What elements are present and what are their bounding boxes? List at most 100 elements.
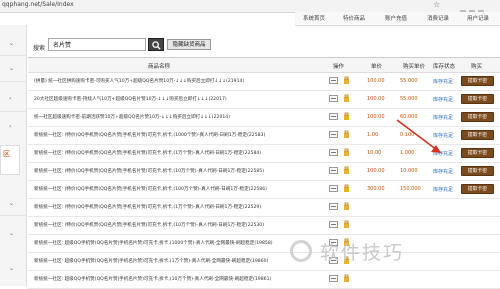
sidebar-popup-text: 区 xyxy=(3,150,10,158)
extract-card-button[interactable]: 提取卡密 xyxy=(461,112,494,122)
product-name: 新统统一社区: (特价)QQ手机赞(QQ名片赞|手机名片赞)可充卡,拆卡,(10… xyxy=(34,169,265,174)
browser-menu[interactable] xyxy=(460,1,500,16)
product-name: (拼量) 统一社区拼购速购卡密-可购买人气10万+超级QQ名片赞10万-↓↓↓购… xyxy=(34,79,245,84)
watermark-text: 软件技巧 xyxy=(320,242,405,264)
table-row: (拼量) 统一社区拼购速购卡密-可购买人气10万+超级QQ名片赞10万-↓↓↓购… xyxy=(28,72,500,91)
extract-card-button[interactable]: 提取卡密 xyxy=(461,148,494,158)
table-header: 商品名称 操作 单价 购买单价 库存状态 购买 xyxy=(28,58,500,73)
product-name: 新统统一社区: (特价)QQ手机赞(QQ名片赞|手机名片赞)可充卡,拆卡,(10… xyxy=(34,187,267,192)
unit-price: 10.00 xyxy=(367,150,382,156)
unit-price: 1.00 xyxy=(367,132,379,138)
edit-icon[interactable] xyxy=(329,77,338,84)
table-row: 新统统一社区: 超级QQ手机赞(QQ名片赞|手机名片赞)可充卡,拆卡,(1万个赞… xyxy=(28,252,500,271)
cart-icon[interactable] xyxy=(343,202,351,211)
extract-card-button[interactable]: 提取卡密 xyxy=(461,130,494,140)
divider xyxy=(0,111,26,112)
chevron-right-icon[interactable]: › xyxy=(9,123,11,130)
table-row: 20大社区超级速购卡密-持续人气10万+超级QQ名片赞10万-↓↓↓购买后立即打… xyxy=(28,90,500,109)
col-stock: 库存状态 xyxy=(433,64,456,70)
buy-price: 10.000 xyxy=(400,168,418,174)
edit-icon[interactable] xyxy=(329,95,338,102)
product-name: 统一社区超级速购卡密-前期活跃赞10万+超级QQ名片赞10万-↓↓↓购买后立即打… xyxy=(34,115,231,120)
product-name: 新统统一社区: (特价)QQ手机赞(QQ名片赞|手机名片赞)可充卡,拆卡,(1万… xyxy=(34,151,262,156)
buy-price: 55.000 xyxy=(400,96,418,102)
annotation-arrow-icon xyxy=(396,119,441,153)
stock-status: 库存充足 xyxy=(433,97,454,103)
cart-icon[interactable] xyxy=(343,112,351,121)
cart-icon[interactable] xyxy=(343,148,351,157)
cart-icon[interactable] xyxy=(343,220,351,229)
product-name: 20大社区超级速购卡密-持续人气10万+超级QQ名片赞10万-↓↓↓购买后立即打… xyxy=(34,97,227,102)
buy-price: 55.000 xyxy=(400,78,418,84)
nav-home[interactable]: 系统首页 xyxy=(303,14,325,22)
col-buy: 购买 xyxy=(471,64,483,70)
edit-icon[interactable] xyxy=(329,131,338,138)
edit-icon[interactable] xyxy=(329,185,338,192)
cart-icon[interactable] xyxy=(343,130,351,139)
extract-card-button[interactable]: 提取卡密 xyxy=(461,184,494,194)
extract-card-button[interactable]: 提取卡密 xyxy=(461,166,494,176)
search-label: 搜索 xyxy=(33,45,46,52)
product-name: 新统统一社区: 超级QQ手机赞(QQ名片赞|手机名片赞)可充卡,拆卡,(1万个赞… xyxy=(34,259,269,264)
search-button[interactable] xyxy=(148,38,164,51)
product-name: 新统统一社区: (特价)QQ手机赞(QQ名片赞|手机名片赞)可充卡,拆卡,(10… xyxy=(34,133,266,138)
stock-status: 库存充足 xyxy=(433,169,454,175)
watermark-logo-icon xyxy=(290,240,312,262)
edit-icon[interactable] xyxy=(329,113,338,120)
nav-recharge[interactable]: 账户充值 xyxy=(385,14,407,22)
search-icon xyxy=(152,41,161,50)
cart-icon[interactable] xyxy=(343,76,351,85)
unit-price: 100.00 xyxy=(367,96,385,102)
col-product-name: 商品名称 xyxy=(148,64,171,70)
product-name: 新统统一社区: 超级QQ手机赞(QQ名片赞|手机名片赞)可充卡,拆卡,(1000… xyxy=(34,241,273,246)
nav-consumption[interactable]: 消费记录 xyxy=(427,14,449,22)
edit-icon[interactable] xyxy=(329,275,338,282)
chevron-down-icon[interactable]: ⌄ xyxy=(9,265,14,272)
top-navigation: 系统首页 特价商品 账户充值 消费记录 用户记录 xyxy=(295,12,500,26)
table-row: 新统统一社区: (特价)QQ手机赞(QQ名片赞|手机名片赞)可充卡,拆卡,(10… xyxy=(28,162,500,181)
stock-status: 库存充足 xyxy=(433,187,454,193)
chevron-down-icon[interactable]: ⌄ xyxy=(9,200,14,207)
chevron-down-icon[interactable]: ⌄ xyxy=(9,230,14,237)
unit-price: 300.00 xyxy=(367,186,385,192)
stock-status: 库存充足 xyxy=(433,79,454,85)
cart-icon[interactable] xyxy=(343,274,351,283)
product-name: 新统统一社区: 超级QQ手机赞(QQ名片赞|手机名片赞)可充卡,拆卡,(10万个… xyxy=(34,277,272,282)
cart-icon[interactable] xyxy=(343,184,351,193)
unit-price: 100.00 xyxy=(367,78,385,84)
product-name: 新统统一社区: (特价)QQ手机赞(QQ名片赞|手机名片赞)可充卡,拆卡,(1万… xyxy=(34,205,262,210)
chevron-right-icon[interactable]: › xyxy=(9,95,11,102)
table-row: 新统统一社区: 超级QQ手机赞(QQ名片赞|手机名片赞)可充卡,拆卡,(10万个… xyxy=(28,270,500,289)
edit-icon[interactable] xyxy=(329,203,338,210)
divider xyxy=(0,55,26,56)
chevron-down-icon[interactable]: ⌄ xyxy=(9,40,14,47)
cart-icon[interactable] xyxy=(343,166,351,175)
edit-icon[interactable] xyxy=(329,149,338,156)
divider xyxy=(0,215,26,216)
cart-icon[interactable] xyxy=(343,94,351,103)
table-row: 新统统一社区: (特价)QQ手机赞(QQ名片赞|手机名片赞)可充卡,拆卡,(1万… xyxy=(28,198,500,217)
col-price: 单价 xyxy=(371,64,383,70)
hide-out-of-stock-button[interactable]: 隐藏缺货商品 xyxy=(167,39,211,50)
divider xyxy=(0,81,26,82)
unit-price: 100.00 xyxy=(367,114,385,120)
edit-icon[interactable] xyxy=(329,221,338,228)
table-row: 新统统一社区: (特价)QQ手机赞(QQ名片赞|手机名片赞)可充卡,拆卡,(10… xyxy=(28,216,500,235)
chevron-down-icon[interactable]: ⌄ xyxy=(9,65,14,72)
unit-price: 100.00 xyxy=(367,168,385,174)
table-row: 新统统一社区: (特价)QQ手机赞(QQ名片赞|手机名片赞)可充卡,拆卡,(10… xyxy=(28,180,500,199)
search-input[interactable]: 名片赞 xyxy=(48,38,146,51)
nav-specials[interactable]: 特价商品 xyxy=(343,14,365,22)
url-text[interactable]: qqphang.net/Sale/Index xyxy=(2,1,74,8)
product-name: 新统统一社区: (特价)QQ手机赞(QQ名片赞|手机名片赞)可充卡,拆卡,(10… xyxy=(34,223,265,228)
sidebar-popup: 区 xyxy=(0,145,20,175)
edit-icon[interactable] xyxy=(329,167,338,174)
extract-card-button[interactable]: 提取卡密 xyxy=(461,94,494,104)
extract-card-button[interactable]: 提取卡密 xyxy=(461,76,494,86)
star-icon[interactable]: ☆ xyxy=(433,0,440,9)
nav-user-records[interactable]: 用户记录 xyxy=(467,14,489,22)
left-sidebar: ⌄ ⌄ › › 区 ⌄ ⌄ ⌄ xyxy=(0,25,27,286)
buy-price: 150.000 xyxy=(400,186,421,192)
product-table: 商品名称 操作 单价 购买单价 库存状态 购买 (拼量) 统一社区拼购速购卡密-… xyxy=(28,57,500,289)
table-row: 新统统一社区: 超级QQ手机赞(QQ名片赞|手机名片赞)可充卡,拆卡,(1000… xyxy=(28,234,500,253)
